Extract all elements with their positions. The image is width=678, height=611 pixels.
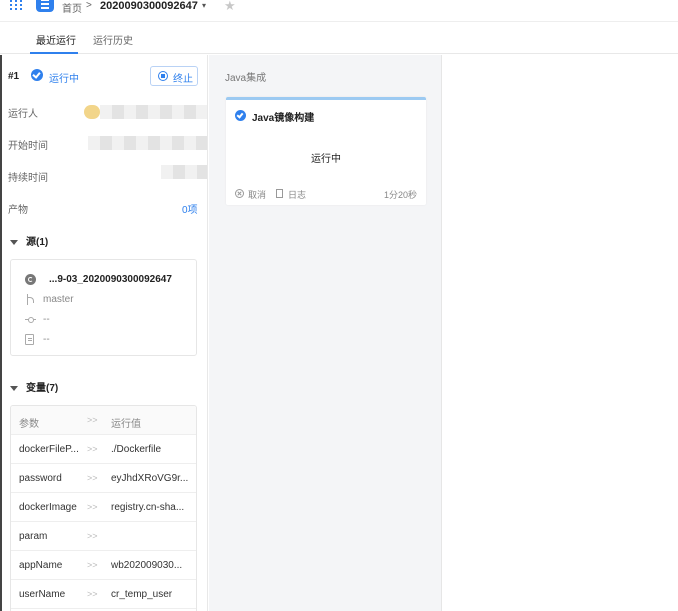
chevron-down-icon[interactable]: ▾ bbox=[202, 1, 206, 10]
variables-table: 参数 >> 运行值 dockerFileP... >> ./Dockerfile… bbox=[10, 405, 197, 611]
variable-value: wb202009030... bbox=[111, 560, 183, 571]
table-row: userName >> cr_temp_user bbox=[11, 580, 196, 609]
job-footer: 取消 日志 1分20秒 bbox=[226, 187, 426, 201]
job-duration: 1分20秒 bbox=[383, 190, 417, 200]
job-name: Java镜像构建 bbox=[252, 113, 315, 124]
active-tab-indicator bbox=[30, 52, 78, 54]
table-row: dockerImage >> registry.cn-sha... bbox=[11, 493, 196, 522]
variable-param: userName bbox=[19, 589, 66, 600]
branch-icon bbox=[25, 294, 36, 305]
variable-value: registry.cn-sha... bbox=[111, 502, 185, 513]
log-icon[interactable] bbox=[276, 189, 283, 198]
stop-button[interactable]: 终止 bbox=[150, 66, 198, 86]
job-state: 运行中 bbox=[311, 154, 341, 165]
variable-value: ./Dockerfile bbox=[111, 444, 162, 455]
variable-arrow: >> bbox=[87, 473, 98, 483]
column-header-value: 运行值 bbox=[111, 419, 141, 430]
running-status-icon bbox=[235, 110, 246, 121]
stop-icon bbox=[158, 71, 168, 81]
start-time-value-redacted bbox=[88, 136, 207, 150]
cancel-icon[interactable] bbox=[235, 189, 244, 198]
log-button[interactable]: 日志 bbox=[288, 188, 306, 201]
repo-icon bbox=[25, 274, 36, 285]
runner-value-redacted bbox=[100, 105, 207, 119]
variable-arrow: >> bbox=[87, 444, 98, 454]
column-header-arrow: >> bbox=[87, 415, 98, 425]
app-logo-icon[interactable] bbox=[36, 0, 54, 12]
start-time-label: 开始时间 bbox=[8, 141, 48, 152]
source-commit-row: -- bbox=[11, 312, 198, 328]
run-detail-panel: #1 运行中 终止 运行人 开始时间 持续时间 产物 0项 源(1) ...9-… bbox=[0, 55, 208, 611]
source-repo-name[interactable]: ...9-03_2020090300092647 bbox=[49, 274, 172, 285]
variable-param: password bbox=[19, 473, 62, 484]
breadcrumb-home[interactable]: 首页 bbox=[62, 0, 82, 15]
source-section-title: 源(1) bbox=[26, 237, 49, 248]
job-card[interactable]: Java镜像构建 运行中 取消 日志 1分20秒 bbox=[226, 97, 426, 205]
tab-bar: 最近运行 运行历史 bbox=[0, 23, 678, 54]
cancel-button[interactable]: 取消 bbox=[248, 188, 266, 201]
variables-section-header[interactable]: 变量(7) bbox=[10, 379, 58, 394]
avatar bbox=[84, 105, 100, 119]
running-status-icon bbox=[31, 69, 43, 81]
run-number: #1 bbox=[8, 71, 20, 82]
source-repo-row: ...9-03_2020090300092647 bbox=[11, 272, 198, 288]
runner-label: 运行人 bbox=[8, 109, 38, 120]
column-header-param: 参数 bbox=[19, 419, 39, 430]
variable-arrow: >> bbox=[87, 589, 98, 599]
commit-icon bbox=[25, 314, 36, 325]
tab-recent-runs[interactable]: 最近运行 bbox=[36, 32, 76, 47]
stage-title: Java集成 bbox=[225, 73, 267, 84]
source-section-header[interactable]: 源(1) bbox=[10, 233, 48, 248]
variable-param: appName bbox=[19, 560, 63, 571]
top-bar: 首页 > 2020090300092647 ▾ ★ bbox=[0, 0, 678, 22]
table-row: appName >> wb202009030... bbox=[11, 551, 196, 580]
variable-arrow: >> bbox=[87, 531, 98, 541]
source-commit: -- bbox=[43, 314, 50, 325]
empty-stage-area bbox=[443, 55, 678, 611]
source-message-row: -- bbox=[11, 332, 198, 348]
duration-value-redacted bbox=[161, 165, 207, 179]
variable-param: dockerFileP... bbox=[19, 444, 79, 455]
source-branch: master bbox=[43, 294, 74, 305]
stop-button-label: 终止 bbox=[173, 74, 193, 85]
duration-label: 持续时间 bbox=[8, 173, 48, 184]
artifacts-label: 产物 bbox=[8, 205, 28, 216]
variable-param: param bbox=[19, 531, 48, 542]
tab-run-history[interactable]: 运行历史 bbox=[93, 32, 133, 47]
source-card: ...9-03_2020090300092647 master -- -- bbox=[10, 259, 197, 356]
breadcrumb-separator: > bbox=[86, 0, 92, 11]
document-icon bbox=[25, 334, 34, 345]
variable-arrow: >> bbox=[87, 502, 98, 512]
source-message: -- bbox=[43, 334, 50, 345]
variable-arrow: >> bbox=[87, 560, 98, 570]
variable-value: cr_temp_user bbox=[111, 589, 173, 600]
table-header-row: 参数 >> 运行值 bbox=[11, 406, 196, 435]
variable-param: dockerImage bbox=[19, 502, 77, 513]
table-row: password >> eyJhdXRoVG9r... bbox=[11, 464, 196, 493]
caret-down-icon bbox=[10, 385, 18, 391]
artifacts-count-link[interactable]: 0项 bbox=[182, 201, 198, 216]
run-status: 运行中 bbox=[49, 74, 79, 85]
star-icon[interactable]: ★ bbox=[224, 0, 236, 14]
table-row: param >> bbox=[11, 522, 196, 551]
app-grid-icon[interactable] bbox=[10, 0, 22, 10]
breadcrumb-current[interactable]: 2020090300092647 bbox=[100, 0, 198, 12]
variable-value: eyJhdXRoVG9r... bbox=[111, 473, 189, 484]
table-row: dockerFileP... >> ./Dockerfile bbox=[11, 435, 196, 464]
source-branch-row: master bbox=[11, 292, 198, 308]
variables-section-title: 变量(7) bbox=[26, 383, 59, 394]
caret-down-icon bbox=[10, 239, 18, 245]
